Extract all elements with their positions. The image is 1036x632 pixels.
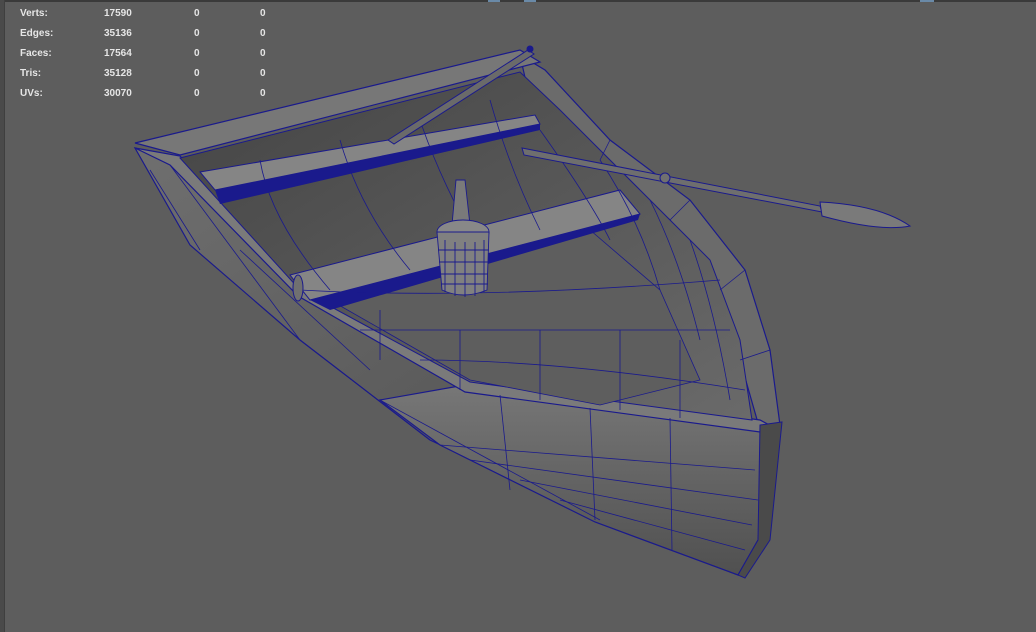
poly-count-hud: Verts: 17590 0 0 Edges: 35136 0 0 Faces: 17564 0 0 T… [20, 4, 280, 104]
hud-selected-value: 0 [194, 48, 200, 59]
hud-selected-value: 0 [194, 28, 200, 39]
hud-component-value: 0 [260, 68, 266, 79]
hud-selected-value: 0 [194, 8, 200, 19]
hud-total-value: 30070 [104, 88, 132, 99]
mesh-part [659, 172, 671, 184]
3d-viewport[interactable]: Verts: 17590 0 0 Edges: 35136 0 0 Faces: 17564 0 0 T… [0, 0, 1036, 632]
hud-row: Edges: 35136 0 0 [20, 24, 280, 44]
hud-label-text: Faces: [20, 48, 52, 59]
hud-label-text: Tris: [20, 68, 42, 79]
hud-row: Verts: 17590 0 0 [20, 4, 280, 24]
hud-component-value: 0 [260, 48, 266, 59]
hud-component-value: 0 [260, 8, 266, 19]
hud-selected-value: 0 [194, 88, 200, 99]
hud-component-value: 0 [260, 88, 266, 99]
hud-total-value: 35136 [104, 28, 132, 39]
oarlock-left [292, 274, 304, 302]
hud-label-text: Edges: [20, 28, 54, 39]
mesh-part [819, 201, 912, 229]
mesh-part [526, 45, 534, 53]
hud-row: UVs: 30070 0 0 [20, 84, 280, 104]
hud-total-value: 17590 [104, 8, 132, 19]
hud-label-text: UVs: [20, 88, 43, 99]
hud-selected-value: 0 [194, 68, 200, 79]
hud-label-text: Verts: [20, 8, 48, 19]
hud-row: Tris: 35128 0 0 [20, 64, 280, 84]
hud-row: Faces: 17564 0 0 [20, 44, 280, 64]
hud-component-value: 0 [260, 28, 266, 39]
hud-total-value: 35128 [104, 68, 132, 79]
hud-total-value: 17564 [104, 48, 132, 59]
